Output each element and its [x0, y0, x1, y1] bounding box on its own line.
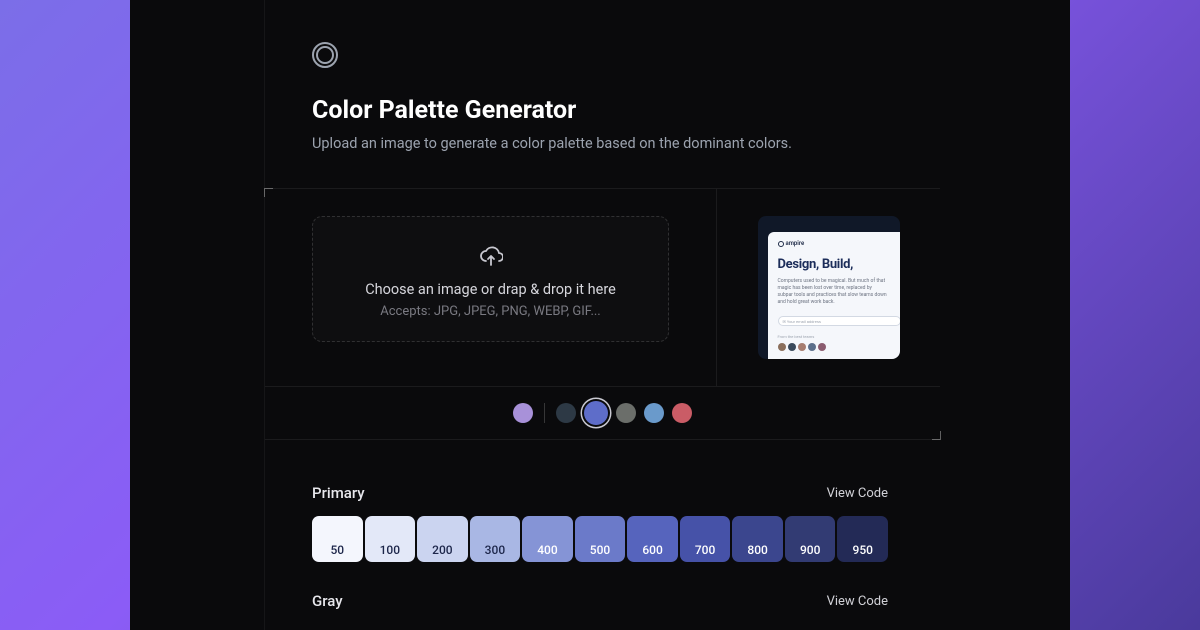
- shade-swatch[interactable]: 200: [417, 516, 468, 562]
- corner-decoration: [932, 431, 941, 440]
- page-subtitle: Upload an image to generate a color pale…: [312, 135, 1070, 152]
- preview-headline: Design, Build,: [778, 257, 900, 272]
- left-margin-column: [130, 0, 265, 630]
- preview-cell: ampire Design, Build, Computers used to …: [717, 189, 940, 386]
- color-swatch[interactable]: [672, 403, 692, 423]
- shade-row: 50100200300400500600700800900950: [312, 516, 888, 562]
- view-code-button[interactable]: View Code: [827, 486, 888, 501]
- shade-swatch[interactable]: 600: [627, 516, 678, 562]
- dropzone-sub-text: Accepts: JPG, JPEG, PNG, WEBP, GIF...: [329, 304, 652, 319]
- palette-section: Primary View Code 501002003004005006007008…: [130, 440, 1070, 610]
- shade-swatch[interactable]: 700: [680, 516, 731, 562]
- dropzone-main-text: Choose an image or drap & drop it here: [329, 281, 652, 298]
- palette-title: Primary: [312, 484, 365, 502]
- color-swatch[interactable]: [556, 403, 576, 423]
- preview-thumbnail[interactable]: ampire Design, Build, Computers used to …: [758, 216, 900, 359]
- shade-swatch[interactable]: 500: [575, 516, 626, 562]
- upload-cloud-icon: [479, 245, 503, 267]
- extracted-colors-row: [265, 387, 940, 440]
- shade-swatch[interactable]: 100: [365, 516, 416, 562]
- header: Color Palette Generator Upload an image …: [130, 0, 1070, 188]
- shade-swatch[interactable]: 50: [312, 516, 363, 562]
- palette-header: Primary View Code: [312, 484, 888, 502]
- dropzone[interactable]: Choose an image or drap & drop it here A…: [312, 216, 669, 342]
- color-swatch[interactable]: [584, 401, 608, 425]
- primary-color-swatch[interactable]: [513, 403, 533, 423]
- shade-swatch[interactable]: 900: [785, 516, 836, 562]
- upload-row: Choose an image or drap & drop it here A…: [265, 188, 940, 387]
- page-title: Color Palette Generator: [312, 96, 1070, 125]
- corner-decoration: [264, 188, 273, 197]
- swatch-divider: [544, 403, 545, 423]
- shade-swatch[interactable]: 400: [522, 516, 573, 562]
- app-panel: Color Palette Generator Upload an image …: [130, 0, 1070, 630]
- color-swatch[interactable]: [644, 403, 664, 423]
- logo-icon: [312, 42, 338, 68]
- shade-swatch[interactable]: 800: [732, 516, 783, 562]
- shade-swatch[interactable]: 300: [470, 516, 521, 562]
- view-code-button[interactable]: View Code: [827, 594, 888, 609]
- palette-title: Gray: [312, 592, 343, 610]
- upload-cell: Choose an image or drap & drop it here A…: [265, 189, 717, 386]
- preview-paragraph: Computers used to be magical. But much o…: [778, 278, 888, 306]
- color-swatch[interactable]: [616, 403, 636, 423]
- palette-header: Gray View Code: [312, 592, 888, 610]
- shade-swatch[interactable]: 950: [837, 516, 888, 562]
